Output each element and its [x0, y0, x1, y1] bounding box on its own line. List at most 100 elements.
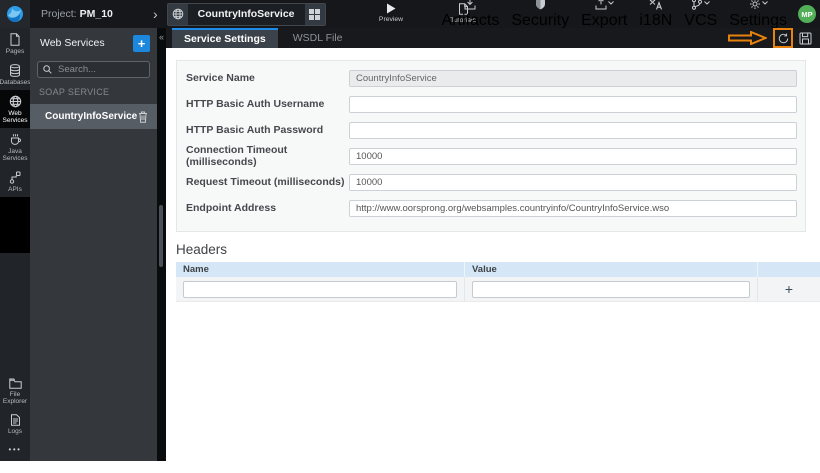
service-tab[interactable]: CountryInfoService [166, 2, 326, 26]
editor-tab-bar: Service Settings WSDL File [166, 28, 820, 48]
form-row: HTTP Basic Auth Password [177, 117, 805, 143]
topbar-actions: Artifacts Security Export i18N VCS Setti… [436, 0, 816, 30]
form-row: Request Timeout (milliseconds) [177, 169, 805, 195]
http-basic-auth-username-input[interactable] [349, 95, 797, 113]
logs-icon [10, 414, 20, 426]
settings-button[interactable]: Settings [723, 0, 793, 30]
sidebar-item-label: Logs [7, 428, 23, 435]
service-tab-label: CountryInfoService [197, 8, 295, 20]
annotation-arrow [728, 31, 767, 45]
headers-table: Name Value + [176, 262, 820, 302]
main-area: Service Settings WSDL File Service Name … [166, 28, 820, 473]
request-timeout-input[interactable] [349, 173, 797, 191]
form-row: Connection Timeout (milliseconds) [177, 143, 805, 169]
user-avatar[interactable]: MP [798, 5, 816, 23]
headers-table-header: Name Value [176, 262, 820, 277]
grid-icon[interactable] [304, 3, 325, 25]
sidebar-item-label: Web Services [2, 110, 28, 124]
endpoint-address-input[interactable] [349, 199, 797, 217]
field-label: Request Timeout (milliseconds) [186, 176, 345, 188]
apis-icon [9, 171, 21, 184]
breadcrumb-chevron-icon: › [153, 6, 158, 22]
service-settings-content: Service Name HTTP Basic Auth Username HT… [166, 60, 820, 473]
sidebar-item-label: Java Services [2, 148, 28, 162]
sidebar-item-label: Pages [5, 48, 25, 55]
reload-service-button[interactable] [773, 28, 793, 48]
headers-section-title: Headers [176, 242, 228, 257]
panel-title: Web Services [40, 37, 105, 49]
chevron-down-icon [607, 1, 614, 5]
chevron-down-icon [761, 1, 768, 5]
vcs-icon [692, 0, 703, 10]
trash-icon [139, 111, 147, 123]
i18n-icon [649, 0, 663, 10]
field-label: HTTP Basic Auth Password [186, 124, 324, 136]
service-name-label: CountryInfoService [45, 111, 138, 122]
i18n-button[interactable]: i18N [633, 0, 678, 30]
add-header-row-button[interactable]: + [758, 277, 820, 301]
app-logo[interactable] [0, 0, 30, 28]
gear-icon [749, 0, 760, 9]
tab-service-settings[interactable]: Service Settings [172, 28, 278, 48]
scrollbar-thumb[interactable] [159, 205, 163, 267]
form-row: HTTP Basic Auth Username [177, 91, 805, 117]
export-icon [595, 0, 607, 10]
top-bar: Project: PM_10 › CountryInfoService Previ… [0, 0, 820, 30]
reload-icon [778, 33, 788, 43]
service-settings-form: Service Name HTTP Basic Auth Username HT… [176, 60, 806, 232]
tab-wsdl-file[interactable]: WSDL File [278, 28, 358, 48]
add-service-button[interactable]: + [133, 34, 150, 52]
header-value-input[interactable] [472, 280, 750, 298]
delete-service-button[interactable] [138, 111, 148, 123]
sidebar-item-pages[interactable]: Pages [0, 28, 30, 59]
service-list-item[interactable]: CountryInfoService [30, 104, 157, 129]
web-services-panel: Web Services + SOAP SERVICE CountryInfoS… [30, 28, 157, 461]
sidebar-item-web-services[interactable]: Web Services [0, 90, 30, 128]
sidebar-item-databases[interactable]: Databases [0, 59, 31, 90]
artifacts-button[interactable]: Artifacts [436, 0, 506, 30]
globe-icon [167, 3, 188, 25]
project-name: PM_10 [79, 8, 113, 20]
java-services-icon [10, 133, 21, 145]
sidebar-item-file-explorer[interactable]: File Explorer [0, 373, 30, 409]
more-options-button[interactable]: ••• [0, 439, 30, 461]
headers-table-row: + [176, 277, 820, 302]
web-services-icon [9, 95, 21, 108]
service-search[interactable] [37, 61, 150, 78]
security-icon [535, 0, 545, 10]
column-header-name: Name [176, 262, 465, 277]
sidebar-item-label: APIs [8, 186, 22, 193]
collapse-panel-button[interactable]: « [157, 28, 166, 46]
security-button[interactable]: Security [505, 0, 575, 30]
preview-button[interactable]: Preview [370, 3, 412, 23]
pages-icon [10, 33, 20, 46]
sidebar-item-apis[interactable]: APIs [0, 166, 30, 197]
sidebar-item-java-services[interactable]: Java Services [0, 128, 30, 166]
field-label: Endpoint Address [186, 202, 277, 214]
databases-icon [10, 64, 20, 77]
service-name-input[interactable] [349, 69, 797, 87]
field-label: Connection Timeout (milliseconds) [186, 144, 288, 168]
header-name-input[interactable] [183, 280, 457, 298]
http-basic-auth-password-input[interactable] [349, 121, 797, 139]
chevron-down-icon [704, 1, 711, 5]
play-icon [387, 3, 396, 14]
artifacts-icon [464, 0, 476, 10]
project-breadcrumb: Project: PM_10 [41, 8, 153, 20]
search-icon [43, 65, 52, 74]
save-icon[interactable] [799, 32, 812, 45]
sidebar-item-logs[interactable]: Logs [0, 409, 30, 439]
vcs-button[interactable]: VCS [678, 0, 723, 30]
search-input[interactable] [56, 63, 144, 76]
field-label: Service Name [186, 72, 255, 84]
sidebar-bottom-group: File Explorer Logs ••• [0, 373, 30, 461]
wavemaker-logo-icon [7, 6, 23, 22]
panel-scrollbar-strip: « [157, 28, 166, 461]
soap-service-section-label: SOAP SERVICE [39, 87, 110, 97]
field-label: HTTP Basic Auth Username [186, 98, 325, 110]
export-button[interactable]: Export [575, 0, 633, 30]
project-label: Project: [41, 8, 77, 20]
column-header-action [758, 262, 820, 277]
connection-timeout-input[interactable] [349, 147, 797, 165]
icon-sidebar: Pages Databases Web Services Java Servic… [0, 28, 31, 461]
